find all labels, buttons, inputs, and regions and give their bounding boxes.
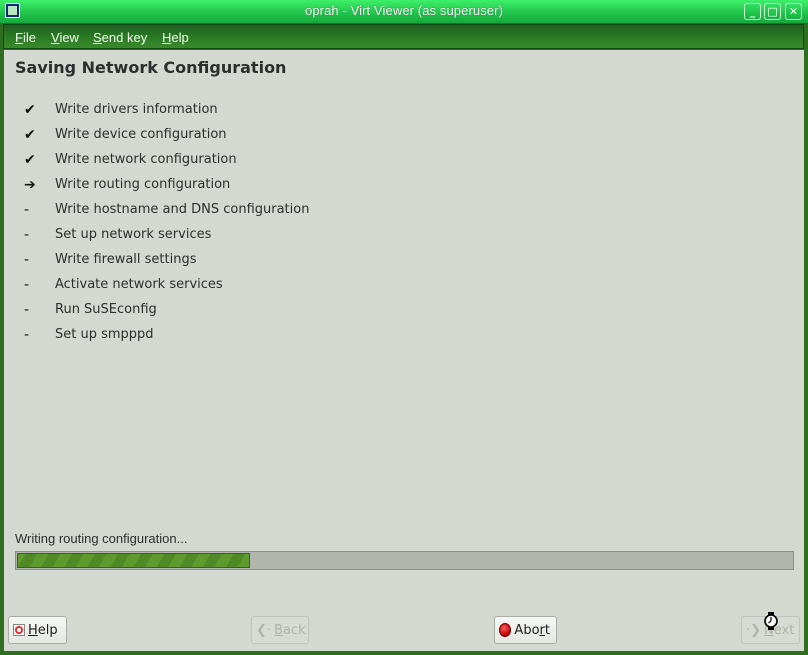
dash-icon: - — [24, 302, 30, 318]
menu-help-mnemonic: H — [162, 30, 172, 45]
menu-view-label: iew — [59, 30, 79, 45]
close-icon: ✕ — [788, 5, 799, 18]
menu-file[interactable]: File — [15, 30, 36, 45]
step-label: Write firewall settings — [55, 252, 197, 267]
step-label: Set up network services — [55, 227, 212, 242]
page-title: Saving Network Configuration — [15, 58, 287, 77]
maximize-button[interactable]: □ — [764, 3, 781, 20]
next-arrow-icon: ·❯ — [746, 622, 762, 638]
guest-display[interactable]: Saving Network Configuration ✔ Write driv… — [4, 50, 804, 651]
step-label: Write network configuration — [55, 152, 237, 167]
abort-button[interactable]: Abort — [494, 616, 557, 644]
progress-bar — [15, 551, 794, 570]
menu-file-mnemonic: F — [15, 30, 23, 45]
window-titlebar[interactable]: oprah - Virt Viewer (as superuser) _ □ ✕ — [0, 0, 808, 24]
abort-button-label: Abort — [514, 622, 550, 638]
maximize-icon: □ — [767, 5, 778, 18]
menu-send-key[interactable]: Send key — [93, 30, 147, 45]
step-label: Write drivers information — [55, 102, 218, 117]
progress-bar-fill — [17, 553, 250, 568]
minimize-button[interactable]: _ — [744, 3, 761, 20]
checkmark-icon: ✔ — [24, 102, 36, 118]
menubar: File View Send key Help — [3, 24, 804, 49]
menu-file-label: ile — [22, 30, 36, 45]
arrow-right-icon: ➔ — [24, 177, 36, 193]
step-label: Set up smpppd — [55, 327, 154, 342]
close-button[interactable]: ✕ — [785, 3, 802, 20]
stop-icon — [499, 623, 512, 637]
step-label: Activate network services — [55, 277, 223, 292]
step-label: Run SuSEconfig — [55, 302, 157, 317]
checkmark-icon: ✔ — [24, 127, 36, 143]
step-label: Write hostname and DNS configuration — [55, 202, 310, 217]
menu-view[interactable]: View — [51, 30, 79, 45]
help-button[interactable]: Help — [8, 616, 67, 644]
minimize-icon: _ — [749, 5, 756, 18]
busy-cursor-icon — [764, 612, 778, 630]
dash-icon: - — [24, 252, 30, 268]
dash-icon: - — [24, 277, 30, 293]
window-title: oprah - Virt Viewer (as superuser) — [305, 3, 503, 18]
back-button-label: Back — [274, 622, 306, 638]
back-arrow-icon: ❮· — [256, 622, 272, 638]
progress-status-text: Writing routing configuration... — [15, 531, 188, 546]
step-label: Write routing configuration — [55, 177, 231, 192]
dash-icon: - — [24, 202, 30, 218]
dash-icon: - — [24, 327, 30, 343]
step-label: Write device configuration — [55, 127, 227, 142]
menu-help-label: elp — [171, 30, 189, 45]
dash-icon: - — [24, 227, 30, 243]
menu-send-key-label: end key — [101, 30, 148, 45]
help-button-label: Help — [28, 622, 58, 638]
menu-send-key-mnemonic: S — [93, 30, 102, 45]
menu-help[interactable]: Help — [162, 30, 189, 45]
lifebuoy-icon — [13, 624, 25, 636]
checkmark-icon: ✔ — [24, 152, 36, 168]
back-button[interactable]: ❮· Back — [251, 616, 309, 644]
